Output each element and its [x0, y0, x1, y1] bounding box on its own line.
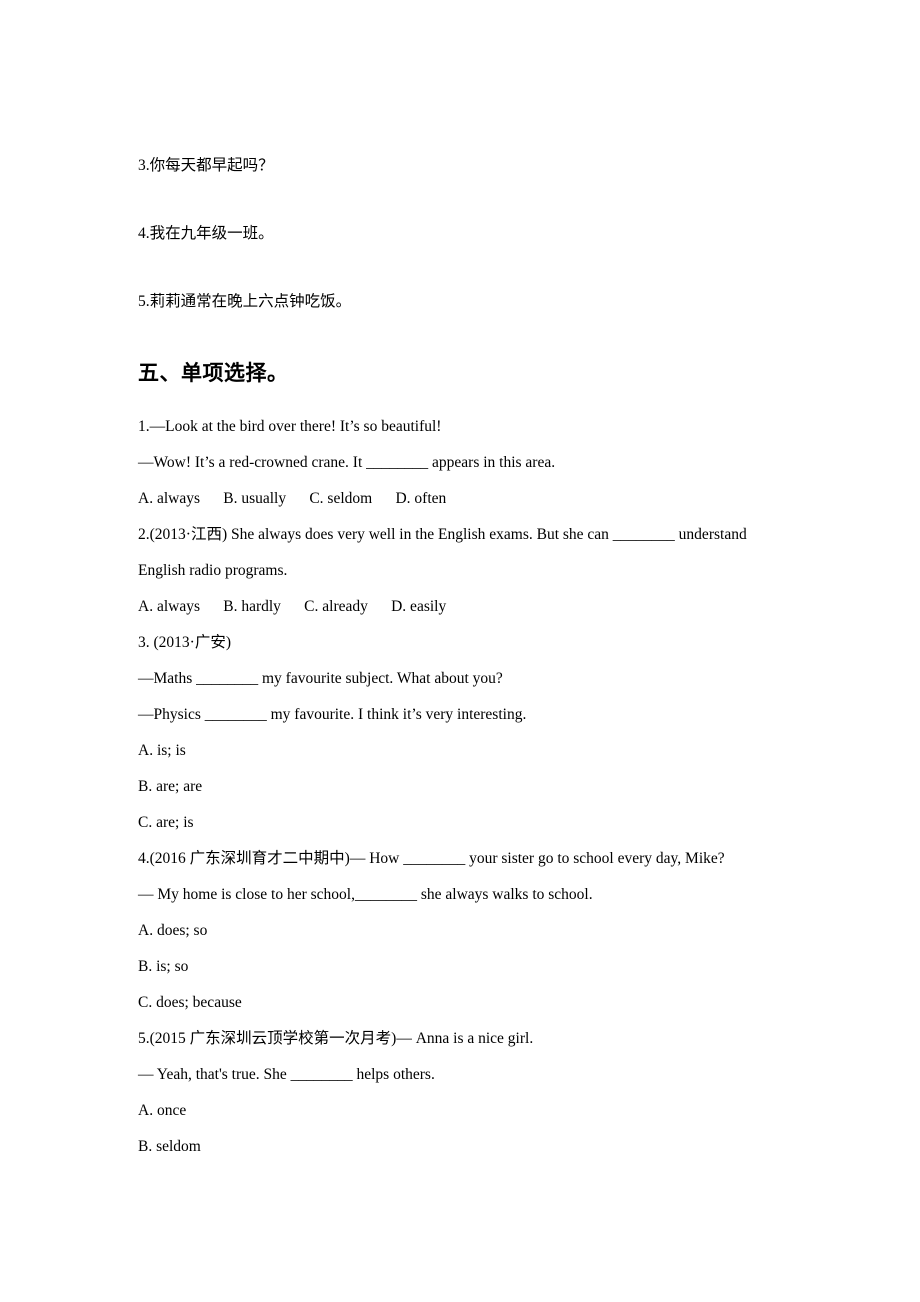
question-4-line-2: — My home is close to her school,_______… [138, 886, 593, 903]
question-4-line-1: 4.(2016 广东深圳育才二中期中)— How ________ your s… [138, 850, 725, 867]
question-5-options: A. once B. seldom [138, 1093, 798, 1165]
translation-item-4: 4.我在九年级一班。 [138, 225, 274, 242]
question-1-options[interactable]: A. always B. usually C. seldom D. often [138, 481, 798, 517]
question-3-options: A. is; is B. are; are C. are; is [138, 733, 798, 841]
question-1: 1.—Look at the bird over there! It’s so … [138, 409, 798, 517]
question-3-line-1: 3. (2013·广安) [138, 634, 231, 651]
question-3: 3. (2013·广安) —Maths ________ my favourit… [138, 625, 798, 841]
question-2-line-2: English radio programs. [138, 562, 288, 579]
question-2: 2.(2013·江西) She always does very well in… [138, 517, 798, 625]
question-5-line-2: — Yeah, that's true. She ________ helps … [138, 1066, 435, 1083]
question-4-options: A. does; so B. is; so C. does; because [138, 913, 798, 1021]
question-4-option-c[interactable]: C. does; because [138, 985, 798, 1021]
question-3-option-a[interactable]: A. is; is [138, 733, 798, 769]
question-3-line-2: —Maths ________ my favourite subject. Wh… [138, 670, 503, 687]
document-page: 3.你每天都早起吗？ 4.我在九年级一班。 5.莉莉通常在晚上六点钟吃饭。 五、… [0, 0, 920, 1302]
page-content: 3.你每天都早起吗？ 4.我在九年级一班。 5.莉莉通常在晚上六点钟吃饭。 五、… [138, 155, 798, 1165]
question-5-option-b[interactable]: B. seldom [138, 1129, 798, 1165]
question-3-line-3: —Physics ________ my favourite. I think … [138, 706, 527, 723]
question-5-line-1: 5.(2015 广东深圳云顶学校第一次月考)— Anna is a nice g… [138, 1030, 534, 1047]
question-2-line-1: 2.(2013·江西) She always does very well in… [138, 526, 747, 543]
question-5-option-a[interactable]: A. once [138, 1093, 798, 1129]
question-2-options[interactable]: A. always B. hardly C. already D. easily [138, 589, 798, 625]
question-3-option-b[interactable]: B. are; are [138, 769, 798, 805]
question-3-option-c[interactable]: C. are; is [138, 805, 798, 841]
translation-item-5: 5.莉莉通常在晚上六点钟吃饭。 [138, 293, 352, 310]
question-1-line-2: —Wow! It’s a red-crowned crane. It _____… [138, 454, 556, 471]
question-4: 4.(2016 广东深圳育才二中期中)— How ________ your s… [138, 841, 798, 1021]
translation-exercise-block: 3.你每天都早起吗？ 4.我在九年级一班。 5.莉莉通常在晚上六点钟吃饭。 [138, 155, 798, 313]
section-heading-multiple-choice: 五、单项选择。 [138, 361, 289, 385]
question-5: 5.(2015 广东深圳云顶学校第一次月考)— Anna is a nice g… [138, 1021, 798, 1165]
question-4-option-b[interactable]: B. is; so [138, 949, 798, 985]
question-4-option-a[interactable]: A. does; so [138, 913, 798, 949]
question-1-line-1: 1.—Look at the bird over there! It’s so … [138, 418, 442, 435]
translation-item-3: 3.你每天都早起吗？ [138, 157, 274, 174]
